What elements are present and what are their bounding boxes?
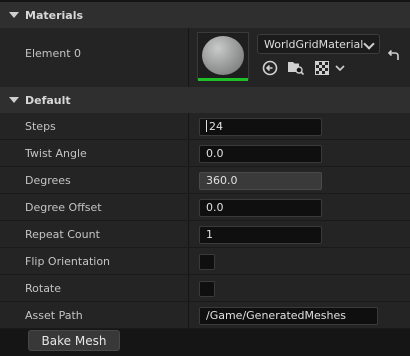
- property-row-twist-angle: Twist Angle 0.0: [0, 140, 410, 167]
- property-row-degrees: Degrees 360.0: [0, 167, 410, 194]
- steps-value: 24: [209, 120, 223, 133]
- column-divider: [188, 167, 189, 193]
- materials-header-label: Materials: [25, 8, 84, 22]
- column-divider: [188, 113, 189, 139]
- degrees-input[interactable]: 360.0: [199, 172, 322, 190]
- twist-angle-label: Twist Angle: [25, 147, 87, 160]
- property-row-repeat-count: Repeat Count 1: [0, 221, 410, 248]
- column-divider: [188, 140, 189, 166]
- rotate-checkbox[interactable]: [199, 281, 215, 297]
- column-divider: [188, 275, 189, 301]
- asset-path-label: Asset Path: [25, 309, 83, 322]
- column-divider: [188, 28, 189, 89]
- bake-mesh-button[interactable]: Bake Mesh: [28, 330, 120, 351]
- collapse-caret-icon[interactable]: [9, 12, 19, 18]
- use-selected-asset-icon[interactable]: [262, 60, 278, 76]
- property-row-steps: Steps 24: [0, 113, 410, 140]
- thumbnail-indicator-bar: [198, 78, 248, 81]
- degree-offset-input[interactable]: 0.0: [199, 199, 322, 217]
- reset-to-default-icon[interactable]: [386, 50, 400, 62]
- material-name: WorldGridMaterial: [264, 37, 364, 51]
- steps-label: Steps: [25, 120, 56, 133]
- chevron-down-icon[interactable]: [335, 64, 345, 72]
- flip-orientation-checkbox[interactable]: [199, 254, 215, 270]
- column-divider: [188, 248, 189, 274]
- twist-angle-input[interactable]: 0.0: [199, 145, 322, 163]
- material-sphere-preview: [202, 36, 244, 75]
- column-divider: [188, 194, 189, 220]
- default-section-header[interactable]: Default: [0, 87, 410, 113]
- default-header-label: Default: [25, 93, 71, 107]
- material-thumbnail[interactable]: [197, 32, 249, 80]
- materials-section-header[interactable]: Materials: [0, 2, 410, 28]
- column-divider: [188, 302, 189, 328]
- property-row-rotate: Rotate: [0, 275, 410, 302]
- material-combo-box[interactable]: WorldGridMaterial: [257, 34, 380, 54]
- property-row-flip-orientation: Flip Orientation: [0, 248, 410, 275]
- degree-offset-label: Degree Offset: [25, 201, 102, 214]
- rotate-label: Rotate: [25, 282, 62, 295]
- text-cursor: [206, 120, 207, 132]
- chevron-down-icon: [363, 38, 375, 50]
- asset-path-input[interactable]: /Game/GeneratedMeshes: [199, 307, 378, 325]
- repeat-count-label: Repeat Count: [25, 228, 100, 241]
- checkerboard-icon[interactable]: [315, 61, 329, 75]
- property-row-asset-path: Asset Path /Game/GeneratedMeshes: [0, 302, 410, 329]
- browse-asset-folder-icon[interactable]: [287, 59, 305, 76]
- steps-input[interactable]: 24: [199, 118, 322, 136]
- column-divider: [188, 221, 189, 247]
- collapse-caret-icon[interactable]: [9, 97, 19, 103]
- property-row-degree-offset: Degree Offset 0.0: [0, 194, 410, 221]
- repeat-count-input[interactable]: 1: [199, 226, 322, 244]
- element-label: Element 0: [25, 47, 82, 60]
- flip-orientation-label: Flip Orientation: [25, 255, 111, 268]
- degrees-label: Degrees: [25, 174, 71, 187]
